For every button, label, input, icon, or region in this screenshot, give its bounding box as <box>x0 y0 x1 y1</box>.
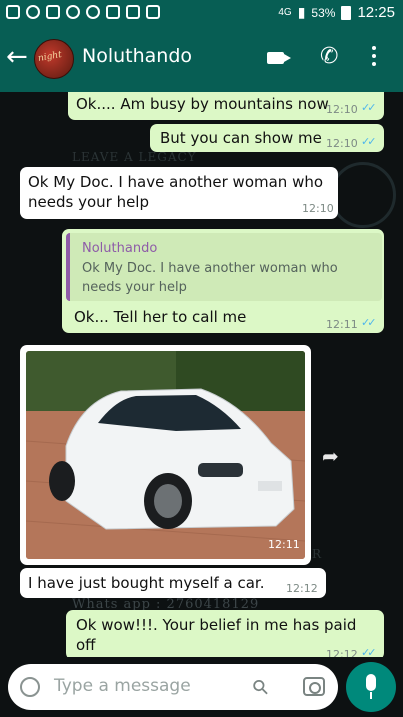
message-time: 12:10 <box>302 202 334 215</box>
message-time: 12:10 <box>326 103 358 116</box>
paperclip-icon[interactable]: ⚲ <box>247 673 274 700</box>
notification-icons <box>6 5 160 19</box>
gallery-icon <box>46 5 60 19</box>
network-type: 4G <box>278 7 292 18</box>
watermark-letter: R <box>312 547 323 561</box>
message-text: off <box>76 636 96 654</box>
read-receipt-icon: ✓✓ <box>361 316 377 329</box>
message-text: But you can show me <box>160 129 322 147</box>
read-receipt-icon: ✓✓ <box>361 135 377 148</box>
car-image <box>26 351 305 559</box>
message-time: 12:11 <box>326 318 358 331</box>
message-bubble-incoming[interactable]: I have just bought myself a car. 12:12 <box>20 568 326 598</box>
emoji-icon[interactable] <box>20 677 40 697</box>
quoted-message[interactable]: Noluthando Ok My Doc. I have another wom… <box>66 233 382 301</box>
mic-icon[interactable] <box>346 662 396 712</box>
chat-area[interactable]: LEAVE A LEGACY Whats app : 2760418129 R … <box>0 92 403 657</box>
arrow-left-icon[interactable]: ← <box>6 44 28 70</box>
browser-icon <box>66 5 80 19</box>
battery-percent: 53% <box>311 5 336 20</box>
avatar-text: night <box>37 50 63 64</box>
message-icon <box>6 5 20 19</box>
message-input[interactable]: Type a message ⚲ <box>8 664 338 710</box>
phone-icon[interactable]: ✆ <box>320 44 338 69</box>
read-receipt-icon: ✓✓ <box>361 646 377 657</box>
watermark-eye <box>330 162 396 228</box>
message-text: Ok.... Am busy by mountains now <box>76 95 329 113</box>
message-bubble-outgoing[interactable]: Noluthando Ok My Doc. I have another wom… <box>62 229 384 333</box>
read-receipt-icon: ✓✓ <box>361 101 377 114</box>
message-time: 12:12 <box>286 582 318 595</box>
message-text: needs your help <box>28 193 149 211</box>
chat-header: ← night Noluthando ✆ <box>0 26 403 92</box>
youtube-icon <box>146 5 160 19</box>
camera-icon[interactable] <box>303 677 325 696</box>
message-bubble-outgoing[interactable]: Ok wow!!!. Your belief in me has paid of… <box>66 610 384 657</box>
clock: 12:25 <box>357 4 395 21</box>
video-call-icon[interactable] <box>267 52 291 64</box>
whatsapp-icon <box>26 5 40 19</box>
message-text: Ok My Doc. I have another woman who <box>28 173 324 191</box>
quoted-sender: Noluthando <box>82 241 158 256</box>
photo-icon <box>106 5 120 19</box>
message-text: I have just bought myself a car. <box>28 574 265 592</box>
message-text: Ok... Tell her to call me <box>74 308 247 326</box>
more-vert-icon[interactable] <box>372 46 376 70</box>
message-bubble-outgoing[interactable]: Ok.... Am busy by mountains now 12:10 ✓✓ <box>68 92 384 120</box>
message-time: 12:10 <box>326 137 358 150</box>
compose-bar: Type a message ⚲ <box>0 657 403 717</box>
car-photo[interactable]: 12:11 <box>26 351 305 559</box>
image-time: 12:11 <box>268 538 300 551</box>
message-time: 12:12 <box>326 648 358 657</box>
share-icon[interactable]: ➦ <box>322 444 339 468</box>
quoted-text: needs your help <box>82 280 187 295</box>
message-bubble-incoming[interactable]: Ok My Doc. I have another woman who need… <box>20 167 338 219</box>
battery-icon <box>341 5 352 20</box>
mail-icon <box>126 5 140 19</box>
contact-name[interactable]: Noluthando <box>82 45 192 67</box>
watermark-text: LEAVE A LEGACY <box>72 150 197 164</box>
quoted-text: Ok My Doc. I have another woman who <box>82 261 338 276</box>
signal-icon: ▮ <box>297 4 306 20</box>
avatar[interactable]: night <box>34 39 74 79</box>
input-placeholder[interactable]: Type a message <box>54 676 191 696</box>
status-bar: 4G ▮ 53% 12:25 <box>0 0 403 26</box>
message-bubble-outgoing[interactable]: But you can show me 12:10 ✓✓ <box>150 124 384 152</box>
message-text: Ok wow!!!. Your belief in me has paid <box>76 616 357 634</box>
instagram-icon <box>86 5 100 19</box>
